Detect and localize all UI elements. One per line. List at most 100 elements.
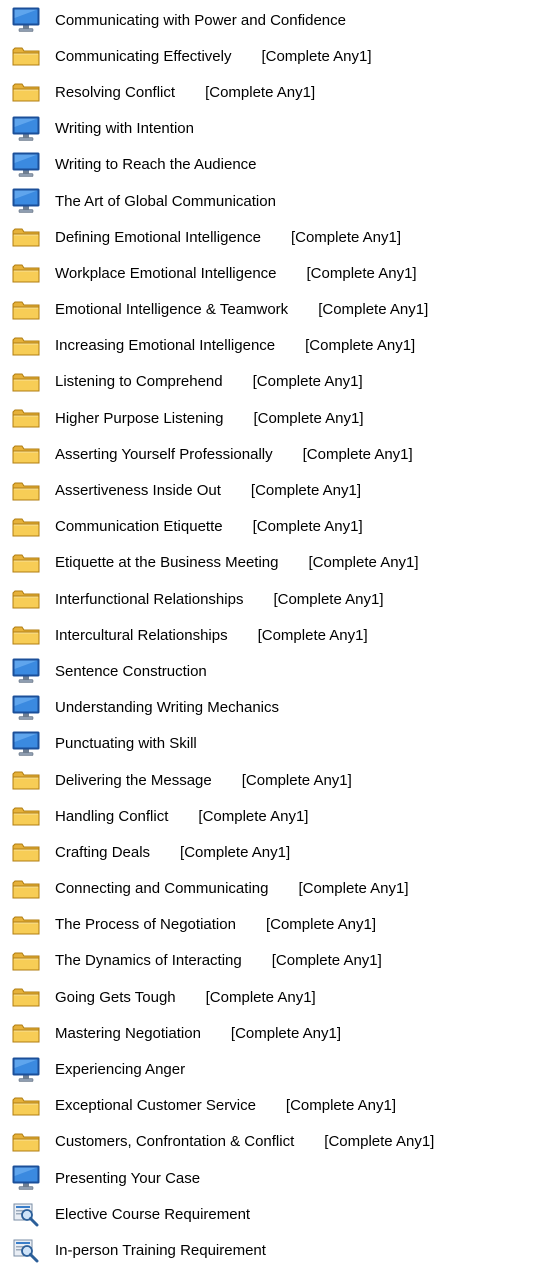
tree-item-label: Etiquette at the Business Meeting xyxy=(55,554,279,572)
tree-item-label: In-person Training Requirement xyxy=(55,1241,266,1259)
folder-icon xyxy=(11,369,45,395)
completion-rule: [Complete Any1] xyxy=(271,952,382,970)
tree-item[interactable]: Intercultural Relationships [Complete Any… xyxy=(0,617,535,653)
completion-rule: [Complete Any1] xyxy=(308,554,419,572)
course-tree: Communicating with Power and Confidence … xyxy=(0,0,535,1269)
tree-item[interactable]: Exceptional Customer Service [Complete An… xyxy=(0,1088,535,1124)
tree-item-label: Increasing Emotional Intelligence xyxy=(55,337,276,355)
tree-item[interactable]: Communicating with Power and Confidence xyxy=(0,2,535,38)
tree-item[interactable]: Mastering Negotiation [Complete Any1] xyxy=(0,1015,535,1051)
tree-item[interactable]: In-person Training Requirement xyxy=(0,1232,535,1268)
folder-icon xyxy=(11,839,45,865)
tree-item[interactable]: Interfunctional Relationships [Complete A… xyxy=(0,581,535,617)
tree-item-label: Communicating with Power and Confidence xyxy=(55,11,346,29)
tree-item[interactable]: Writing to Reach the Audience xyxy=(0,147,535,183)
completion-rule: [Complete Any1] xyxy=(205,988,316,1006)
tree-item[interactable]: Experiencing Anger xyxy=(0,1051,535,1087)
tree-item[interactable]: Communication Etiquette [Complete Any1] xyxy=(0,509,535,545)
computer-monitor-icon xyxy=(11,1057,45,1083)
tree-item-label: Punctuating with Skill xyxy=(55,735,197,753)
tree-item-label: Interfunctional Relationships xyxy=(55,590,244,608)
tree-item[interactable]: The Dynamics of Interacting [Complete Any… xyxy=(0,943,535,979)
completion-rule: [Complete Any1] xyxy=(318,301,429,319)
tree-item[interactable]: Sentence Construction xyxy=(0,653,535,689)
tree-item-label: Handling Conflict xyxy=(55,807,169,825)
tree-item-label: Defining Emotional Intelligence xyxy=(55,228,261,246)
tree-item[interactable]: Emotional Intelligence & Teamwork [Comple… xyxy=(0,292,535,328)
tree-item[interactable]: Connecting and Communicating [Complete An… xyxy=(0,871,535,907)
tree-item-label: Exceptional Customer Service xyxy=(55,1097,256,1115)
tree-item[interactable]: Communicating Effectively [Complete Any1] xyxy=(0,38,535,74)
completion-rule: [Complete Any1] xyxy=(306,264,417,282)
tree-item[interactable]: Writing with Intention xyxy=(0,111,535,147)
computer-monitor-icon xyxy=(11,7,45,33)
tree-item-label: Crafting Deals xyxy=(55,843,151,861)
completion-rule: [Complete Any1] xyxy=(205,83,316,101)
completion-rule: [Complete Any1] xyxy=(180,843,291,861)
completion-rule: [Complete Any1] xyxy=(252,518,363,536)
tree-item-label: Sentence Construction xyxy=(55,662,207,680)
tree-item[interactable]: Presenting Your Case xyxy=(0,1160,535,1196)
computer-monitor-icon xyxy=(11,731,45,757)
tree-item-label: Going Gets Tough xyxy=(55,988,176,1006)
tree-item-label: Communication Etiquette xyxy=(55,518,223,536)
completion-rule: [Complete Any1] xyxy=(302,445,413,463)
tree-item[interactable]: Delivering the Message [Complete Any1] xyxy=(0,762,535,798)
completion-rule: [Complete Any1] xyxy=(257,626,368,644)
folder-icon xyxy=(11,984,45,1010)
tree-item[interactable]: Handling Conflict [Complete Any1] xyxy=(0,798,535,834)
tree-item-label: Resolving Conflict xyxy=(55,83,176,101)
tree-item[interactable]: Elective Course Requirement xyxy=(0,1196,535,1232)
folder-icon xyxy=(11,803,45,829)
requirement-search-icon xyxy=(11,1201,45,1227)
tree-item[interactable]: Workplace Emotional Intelligence [Complet… xyxy=(0,255,535,291)
tree-item[interactable]: Crafting Deals [Complete Any1] xyxy=(0,834,535,870)
tree-item[interactable]: Etiquette at the Business Meeting [Comple… xyxy=(0,545,535,581)
folder-icon xyxy=(11,441,45,467)
tree-item-label: Mastering Negotiation xyxy=(55,1024,201,1042)
tree-item[interactable]: Resolving Conflict [Complete Any1] xyxy=(0,74,535,110)
folder-icon xyxy=(11,260,45,286)
tree-item-label: Workplace Emotional Intelligence xyxy=(55,264,277,282)
completion-rule: [Complete Any1] xyxy=(290,228,402,246)
tree-item[interactable]: Higher Purpose Listening [Complete Any1] xyxy=(0,400,535,436)
tree-item-label: Intercultural Relationships xyxy=(55,626,228,644)
completion-rule: [Complete Any1] xyxy=(285,1097,396,1115)
tree-item[interactable]: The Process of Negotiation [Complete Any1… xyxy=(0,907,535,943)
tree-item-label: Experiencing Anger xyxy=(55,1061,186,1079)
tree-item-label: The Process of Negotiation xyxy=(55,916,236,934)
tree-item[interactable]: Customers, Confrontation & Conflict [Comp… xyxy=(0,1124,535,1160)
tree-item[interactable]: Listening to Comprehend [Complete Any1] xyxy=(0,364,535,400)
computer-monitor-icon xyxy=(11,1165,45,1191)
tree-item-label: Customers, Confrontation & Conflict xyxy=(55,1133,295,1151)
tree-item-label: Connecting and Communicating xyxy=(55,880,269,898)
tree-item[interactable]: Assertiveness Inside Out [Complete Any1] xyxy=(0,472,535,508)
tree-item-label: Delivering the Message xyxy=(55,771,212,789)
folder-icon xyxy=(11,79,45,105)
folder-icon xyxy=(11,478,45,504)
tree-item[interactable]: Going Gets Tough [Complete Any1] xyxy=(0,979,535,1015)
tree-item-label: Listening to Comprehend xyxy=(55,373,223,391)
tree-item[interactable]: Increasing Emotional Intelligence [Comple… xyxy=(0,328,535,364)
folder-icon xyxy=(11,586,45,612)
tree-item[interactable]: Defining Emotional Intelligence [Complete… xyxy=(0,219,535,255)
completion-rule: [Complete Any1] xyxy=(241,771,352,789)
tree-item[interactable]: The Art of Global Communication xyxy=(0,183,535,219)
tree-item[interactable]: Punctuating with Skill xyxy=(0,726,535,762)
tree-item-label: Presenting Your Case xyxy=(55,1169,201,1187)
tree-item-label: Understanding Writing Mechanics xyxy=(55,699,279,717)
tree-item-label: Emotional Intelligence & Teamwork xyxy=(55,301,289,319)
computer-monitor-icon xyxy=(11,695,45,721)
tree-item[interactable]: Understanding Writing Mechanics xyxy=(0,690,535,726)
folder-icon xyxy=(11,622,45,648)
folder-icon xyxy=(11,43,45,69)
requirement-search-icon xyxy=(11,1237,45,1263)
tree-item-label: The Dynamics of Interacting xyxy=(55,952,242,970)
folder-icon xyxy=(11,1020,45,1046)
folder-icon xyxy=(11,948,45,974)
folder-icon xyxy=(11,876,45,902)
folder-icon xyxy=(11,333,45,359)
folder-icon xyxy=(11,297,45,323)
tree-item[interactable]: Asserting Yourself Professionally [Comple… xyxy=(0,436,535,472)
completion-rule: [Complete Any1] xyxy=(252,373,363,391)
